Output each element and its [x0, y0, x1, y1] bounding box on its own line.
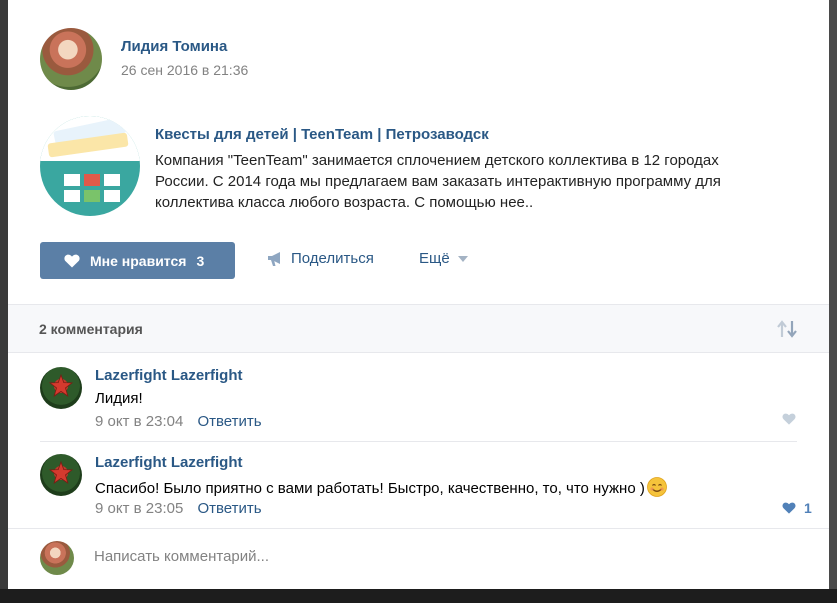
heart-icon	[782, 413, 796, 425]
snippet-thumbnail[interactable]	[40, 116, 140, 216]
commenter-avatar[interactable]	[40, 367, 82, 409]
reply-link[interactable]: Ответить	[197, 413, 261, 430]
comment-text: Лидия!	[95, 390, 143, 407]
comments-count: 2 комментария	[39, 321, 143, 337]
comment-author[interactable]: Lazerfight Lazerfight	[95, 454, 243, 471]
comment-meta: 9 окт в 23:04 Ответить	[95, 413, 262, 430]
comment-like-button[interactable]	[782, 413, 796, 425]
author-name[interactable]: Лидия Томина	[121, 38, 227, 55]
sort-icon[interactable]	[776, 320, 798, 338]
comment-text: Спасибо! Было приятно с вами работать! Б…	[95, 480, 645, 497]
like-label: Мне нравится	[90, 252, 187, 269]
snippet-title[interactable]: Квесты для детей | TeenTeam | Петрозавод…	[155, 126, 489, 143]
chevron-down-icon	[457, 255, 468, 262]
heart-icon	[64, 254, 80, 267]
thumbnail-tiles	[64, 174, 120, 204]
heart-icon	[782, 502, 796, 514]
more-label: Ещё	[419, 250, 450, 267]
background-left	[0, 0, 8, 603]
commenter-avatar[interactable]	[40, 454, 82, 496]
share-button[interactable]: Поделиться	[267, 250, 374, 267]
star-icon	[49, 374, 73, 397]
author-avatar[interactable]	[40, 28, 102, 90]
comment-date[interactable]: 9 окт в 23:05	[95, 500, 183, 517]
post-card: Лидия Томина 26 сен 2016 в 21:36 Квесты …	[8, 0, 829, 589]
comment-date[interactable]: 9 окт в 23:04	[95, 413, 183, 430]
snippet-description: Компания "TeenTeam" занимается сплочение…	[155, 152, 721, 211]
star-icon	[49, 461, 73, 484]
share-label: Поделиться	[291, 250, 374, 267]
background-bottom	[0, 589, 837, 603]
comment-meta: 9 окт в 23:05 Ответить	[95, 500, 262, 517]
reply-area	[8, 528, 829, 589]
post-date[interactable]: 26 сен 2016 в 21:36	[121, 62, 248, 78]
comment-like-count: 1	[804, 500, 812, 516]
comments-header: 2 комментария	[8, 304, 829, 353]
comment-divider	[40, 441, 797, 442]
smile-emoji-icon	[646, 477, 667, 497]
comment-text-row: Спасибо! Было приятно с вами работать! Б…	[95, 477, 667, 497]
comment-author[interactable]: Lazerfight Lazerfight	[95, 367, 243, 384]
current-user-avatar	[40, 541, 74, 575]
comment-input[interactable]	[94, 548, 694, 565]
comment-like-button[interactable]: 1	[782, 500, 812, 516]
more-button[interactable]: Ещё	[419, 250, 468, 267]
background-right	[829, 0, 837, 603]
megaphone-icon	[268, 251, 280, 266]
like-button[interactable]: Мне нравится 3	[40, 242, 235, 279]
reply-link[interactable]: Ответить	[197, 500, 261, 517]
like-count: 3	[196, 252, 205, 269]
